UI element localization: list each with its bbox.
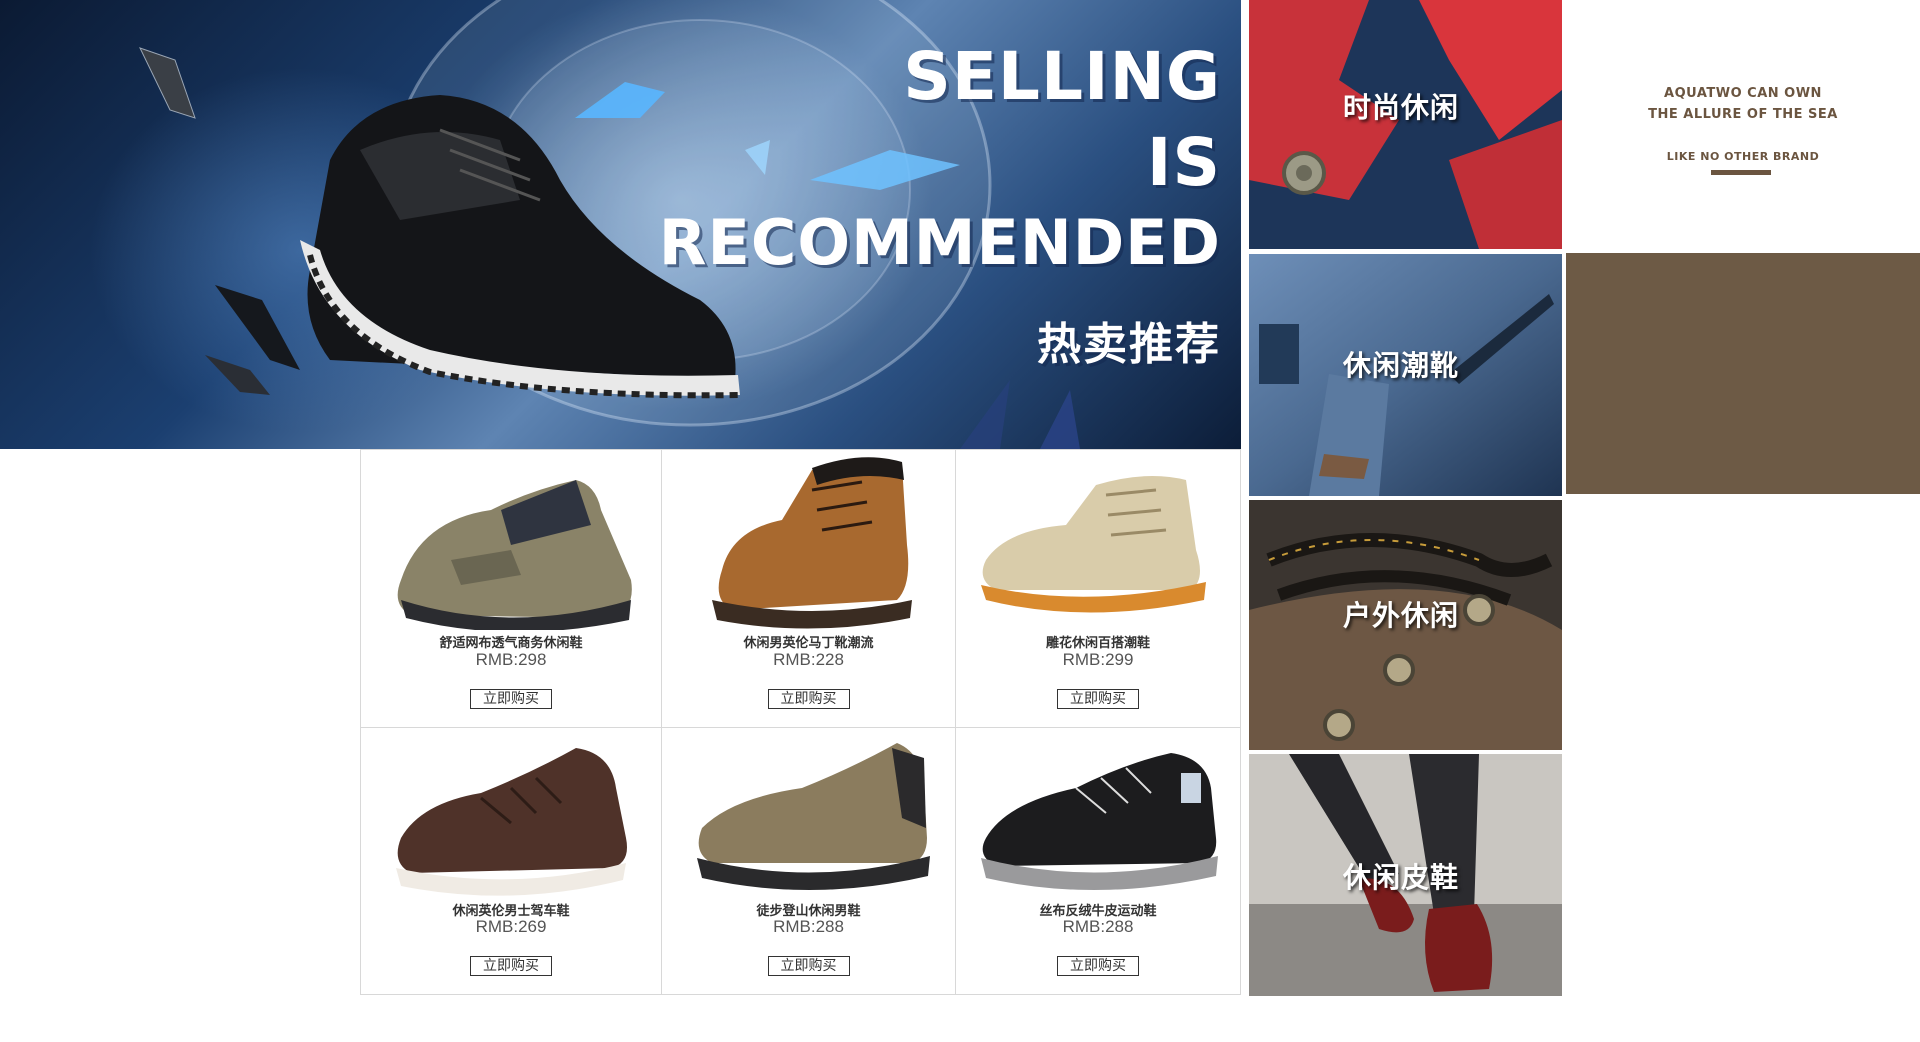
product-image [981, 476, 1206, 613]
buy-now-button[interactable]: 立即购买 [1057, 956, 1139, 976]
category-label: 休闲皮鞋 [1343, 861, 1460, 894]
product-card[interactable]: 舒适网布透气商务休闲鞋 RMB:298 立即购买 [361, 450, 662, 728]
product-image [981, 753, 1218, 891]
product-image [397, 480, 632, 630]
product-price: RMB:298 [475, 650, 547, 669]
category-label: 休闲潮靴 [1343, 349, 1460, 382]
brand-slogan-line2: THE ALLURE OF THE SEA [1648, 107, 1838, 122]
brand-tagline: LIKE NO OTHER BRAND [1666, 150, 1820, 163]
product-card[interactable]: 徒步登山休闲男鞋 RMB:288 立即购买 [662, 728, 956, 994]
product-card[interactable]: 丝布反绒牛皮运动鞋 RMB:288 立即购买 [956, 728, 1240, 994]
category-tile-casual-boots[interactable]: 休闲潮靴 [1249, 254, 1562, 496]
product-price: RMB:288 [773, 917, 844, 936]
category-label: 户外休闲 [1343, 599, 1460, 632]
product-card[interactable]: 休闲英伦男士驾车鞋 RMB:269 立即购买 [361, 728, 662, 994]
buy-now-button[interactable]: 立即购买 [1057, 689, 1139, 709]
product-price: RMB:269 [475, 917, 547, 936]
buy-now-button[interactable]: 立即购买 [470, 956, 552, 976]
product-price: RMB:288 [1062, 917, 1134, 936]
product-name: 休闲男英伦马丁靴潮流 [743, 636, 874, 651]
category-tile-fashion-casual[interactable]: 时尚休闲 [1249, 0, 1562, 249]
brand-divider [1711, 170, 1771, 175]
product-image [712, 457, 912, 629]
product-price: RMB:228 [773, 650, 844, 669]
brand-color-block [1566, 253, 1920, 494]
product-name: 雕花休闲百搭潮鞋 [1045, 636, 1150, 651]
hero-title-line1: SELLING [903, 38, 1221, 115]
product-name: 舒适网布透气商务休闲鞋 [439, 636, 583, 651]
buy-now-button[interactable]: 立即购买 [767, 689, 850, 709]
category-label: 时尚休闲 [1343, 91, 1460, 124]
product-image [396, 748, 627, 896]
brand-slogan-line1: AQUATWO CAN OWN [1664, 86, 1822, 101]
product-image [697, 743, 930, 891]
category-tile-outdoor-casual[interactable]: 户外休闲 [1249, 500, 1562, 750]
hero-title-line3: RECOMMENDED [658, 206, 1221, 279]
hero-subtitle: 热卖推荐 [1037, 319, 1221, 370]
hero-banner[interactable]: SELLING IS RECOMMENDED 热卖推荐 [0, 0, 1241, 449]
brand-slogan-block: AQUATWO CAN OWN THE ALLURE OF THE SEA LI… [1566, 0, 1920, 250]
product-card[interactable]: 休闲男英伦马丁靴潮流 RMB:228 立即购买 [662, 450, 956, 728]
buy-now-button[interactable]: 立即购买 [767, 956, 850, 976]
product-price: RMB:299 [1062, 650, 1134, 669]
category-tile-casual-leather[interactable]: 休闲皮鞋 [1249, 754, 1562, 996]
buy-now-button[interactable]: 立即购买 [470, 689, 552, 709]
hero-title-line2: IS [1146, 124, 1221, 201]
product-card[interactable]: 雕花休闲百搭潮鞋 RMB:299 立即购买 [956, 450, 1240, 728]
product-grid: 舒适网布透气商务休闲鞋 RMB:298 立即购买 休闲男英伦马丁靴潮流 RMB:… [360, 449, 1241, 995]
